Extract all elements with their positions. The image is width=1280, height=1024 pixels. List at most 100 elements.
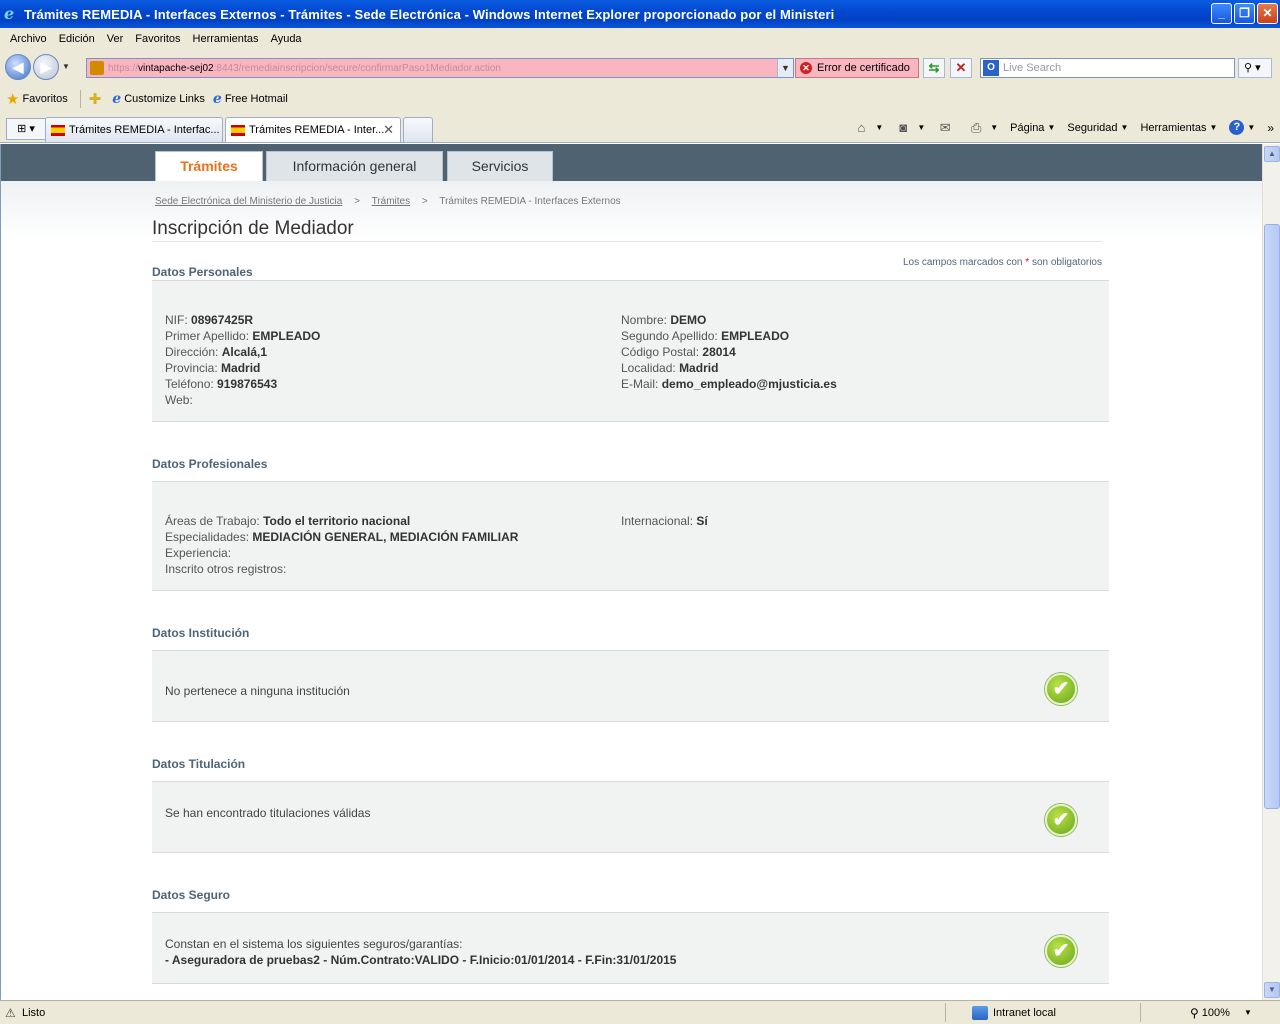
check-icon: ✔ bbox=[1045, 673, 1077, 705]
site-flag-icon bbox=[51, 124, 65, 136]
field-web: Web: bbox=[165, 393, 193, 407]
scroll-down-icon[interactable]: ▼ bbox=[1264, 982, 1280, 998]
institucion-text: No pertenece a ninguna institución bbox=[165, 684, 350, 698]
tab-label: Trámites REMEDIA - Inter... bbox=[249, 124, 385, 136]
feeds-button[interactable]: ◙ ▼ bbox=[895, 120, 925, 135]
field-label: Experiencia: bbox=[165, 546, 232, 560]
field-label: Código Postal: bbox=[621, 345, 700, 359]
section-title-profesionales: Datos Profesionales bbox=[152, 457, 268, 471]
check-icon: ✔ bbox=[1045, 935, 1077, 967]
field-value: EMPLEADO bbox=[252, 329, 321, 343]
zoom-dropdown-icon[interactable]: ▼ bbox=[1244, 1008, 1252, 1017]
scroll-thumb[interactable] bbox=[1264, 224, 1280, 809]
mail-icon: ✉ bbox=[939, 119, 951, 135]
window-title: Trámites REMEDIA - Interfaces Externos -… bbox=[24, 6, 835, 22]
certificate-error-button[interactable]: ✕ Error de certificado bbox=[795, 58, 919, 78]
star-icon: ★ bbox=[6, 91, 20, 108]
tools-menu-label: Herramientas bbox=[1140, 121, 1207, 134]
search-icon: ⚲ bbox=[1244, 62, 1253, 74]
browser-tab-active[interactable]: Trámites REMEDIA - Inter... ✕ bbox=[225, 117, 401, 142]
field-label: Internacional: bbox=[621, 514, 694, 528]
add-favorite-icon: ✚ bbox=[88, 91, 102, 108]
field-value: demo_empleado@mjusticia.es bbox=[661, 377, 837, 391]
site-tab-tramites[interactable]: Trámites bbox=[155, 151, 263, 181]
menu-ver[interactable]: Ver bbox=[101, 33, 130, 45]
breadcrumb-tramites-link[interactable]: Trámites bbox=[372, 196, 411, 207]
field-direccion: Dirección: Alcalá,1 bbox=[165, 345, 267, 359]
menu-favoritos[interactable]: Favoritos bbox=[129, 33, 186, 45]
site-flag-icon bbox=[90, 61, 104, 75]
fav-link-hotmail[interactable]: e Free Hotmail bbox=[213, 91, 288, 107]
fav-link-customize[interactable]: e Customize Links bbox=[112, 91, 205, 107]
stop-button[interactable]: ✕ bbox=[950, 58, 972, 78]
minimize-button[interactable]: _ bbox=[1211, 3, 1232, 24]
page-menu-label: Página bbox=[1010, 121, 1045, 134]
favorites-bar: ★ Favoritos ✚ e Customize Links e Free H… bbox=[0, 86, 1280, 112]
help-menu[interactable]: ? ▼ bbox=[1229, 120, 1255, 135]
new-tab-button[interactable] bbox=[403, 117, 433, 142]
search-placeholder: Live Search bbox=[1003, 62, 1062, 74]
close-window-button[interactable]: ✕ bbox=[1257, 3, 1278, 24]
field-label: Especialidades: bbox=[165, 530, 250, 544]
section-title-titulacion: Datos Titulación bbox=[152, 757, 246, 771]
field-value: EMPLEADO bbox=[721, 329, 790, 343]
field-nombre: Nombre: DEMO bbox=[621, 313, 706, 327]
command-bar: ⌂ ▼ ◙ ▼ ✉ ⎙ ▼ Página ▼ Seguridad ▼ Herramient… bbox=[847, 120, 1280, 135]
field-label: Teléfono: bbox=[165, 377, 214, 391]
fav-link-label: Free Hotmail bbox=[224, 93, 288, 105]
menu-ayuda[interactable]: Ayuda bbox=[265, 33, 308, 45]
breadcrumb-current: Trámites REMEDIA - Interfaces Externos bbox=[439, 196, 621, 207]
close-tab-icon[interactable]: ✕ bbox=[383, 122, 394, 138]
more-commands-button[interactable]: » bbox=[1267, 121, 1274, 135]
security-zone[interactable]: Intranet local bbox=[972, 1005, 1056, 1020]
search-button[interactable]: ⚲ ▾ bbox=[1238, 58, 1272, 78]
divider bbox=[1140, 1003, 1141, 1022]
field-value: Madrid bbox=[221, 361, 261, 375]
field-codigo-postal: Código Postal: 28014 bbox=[621, 345, 736, 359]
tools-menu[interactable]: Herramientas ▼ bbox=[1140, 122, 1217, 134]
security-menu-label: Seguridad bbox=[1067, 121, 1118, 134]
browser-tab[interactable]: Trámites REMEDIA - Interfac... bbox=[45, 117, 223, 142]
mail-button[interactable]: ✉ bbox=[937, 119, 956, 135]
live-search-icon: O bbox=[983, 60, 999, 76]
back-button[interactable]: ◀ bbox=[5, 54, 31, 80]
scroll-up-icon[interactable]: ▲ bbox=[1264, 146, 1280, 162]
site-tab-informacion[interactable]: Información general bbox=[266, 151, 443, 181]
favorites-button[interactable]: ★ Favoritos bbox=[6, 90, 68, 108]
required-note-before: Los campos marcados con bbox=[902, 257, 1023, 268]
home-button[interactable]: ⌂ ▼ bbox=[853, 120, 883, 135]
menu-herramientas[interactable]: Herramientas bbox=[187, 33, 265, 45]
page-title: Inscripción de Mediador bbox=[152, 218, 354, 239]
vertical-scrollbar[interactable]: ▲ ▼ bbox=[1262, 144, 1280, 1000]
site-tab-servicios[interactable]: Servicios bbox=[447, 151, 553, 181]
search-input[interactable]: O Live Search bbox=[980, 58, 1235, 78]
menu-archivo[interactable]: Archivo bbox=[4, 33, 53, 45]
address-field[interactable]: https:// vintapache-sej02 :8443/remediai… bbox=[86, 58, 794, 78]
zoom-control[interactable]: ⚲ 100% ▼ bbox=[1190, 1006, 1252, 1020]
field-value: Sí bbox=[696, 514, 708, 528]
add-favorite-button[interactable]: ✚ bbox=[89, 90, 105, 108]
refresh-button[interactable]: ⇆ bbox=[923, 58, 945, 78]
page-status-icon: ⚠ bbox=[5, 1005, 16, 1020]
section-title-personales: Datos Personales bbox=[152, 265, 253, 279]
field-localidad: Localidad: Madrid bbox=[621, 361, 718, 375]
print-button[interactable]: ⎙ ▼ bbox=[968, 119, 998, 135]
url-host: vintapache-sej02 bbox=[138, 62, 214, 74]
forward-button[interactable]: ▶ bbox=[33, 54, 59, 80]
quick-tabs-button[interactable]: ⊞ ▾ bbox=[6, 118, 46, 140]
security-menu[interactable]: Seguridad ▼ bbox=[1067, 122, 1128, 134]
page-menu[interactable]: Página ▼ bbox=[1010, 122, 1055, 134]
field-label: E-Mail: bbox=[621, 377, 659, 391]
breadcrumb-home-link[interactable]: Sede Electrónica del Ministerio de Justi… bbox=[155, 196, 342, 207]
history-dropdown-icon[interactable]: ▼ bbox=[62, 62, 70, 71]
field-label: Inscrito otros registros: bbox=[165, 562, 287, 576]
address-dropdown-icon[interactable]: ▼ bbox=[777, 59, 793, 77]
print-icon: ⎙ bbox=[971, 119, 982, 135]
zone-label: Intranet local bbox=[993, 1006, 1056, 1019]
field-value: 919876543 bbox=[217, 377, 278, 391]
field-label: Nombre: bbox=[621, 313, 668, 327]
menu-edicion[interactable]: Edición bbox=[53, 33, 101, 45]
fav-link-label: Customize Links bbox=[124, 93, 205, 105]
site-flag-icon bbox=[231, 124, 245, 136]
maximize-button[interactable]: ❐ bbox=[1234, 3, 1255, 24]
